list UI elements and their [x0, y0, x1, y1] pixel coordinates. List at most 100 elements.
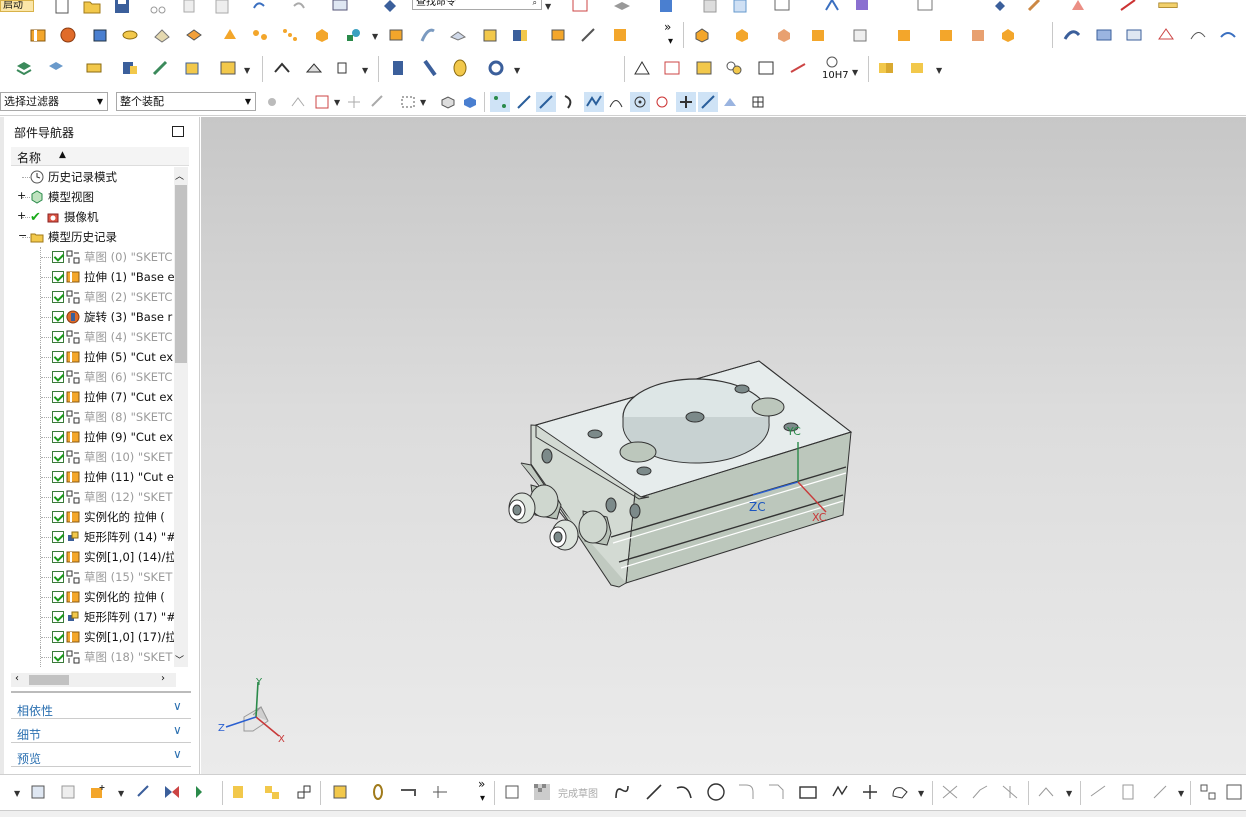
selection-icon[interactable]	[915, 0, 935, 16]
resource-bar[interactable]	[0, 117, 4, 774]
command-search-input[interactable]: 查找命令 ⌕	[412, 0, 542, 10]
visibility-checkbox[interactable]	[52, 551, 64, 563]
visibility-checkbox[interactable]	[52, 591, 64, 603]
rectangle-icon[interactable]	[798, 782, 818, 802]
chamfer-icon[interactable]	[766, 782, 786, 802]
endpoint-snap-icon[interactable]	[490, 92, 510, 112]
section-dependencies[interactable]: 相依性 ∨	[11, 699, 191, 719]
offset-icon[interactable]	[510, 25, 530, 45]
bearing-icon[interactable]	[450, 58, 470, 78]
clip-section-icon[interactable]	[304, 58, 324, 78]
tree-node[interactable]: + 模型视图	[12, 187, 174, 207]
visibility-checkbox[interactable]	[52, 291, 64, 303]
constraint-icon[interactable]	[134, 782, 154, 802]
feature-row[interactable]: 草图 (4) "SKETC	[12, 327, 174, 347]
sketch-icon[interactable]	[502, 782, 522, 802]
surface-icon[interactable]	[700, 0, 720, 16]
visibility-checkbox[interactable]	[52, 251, 64, 263]
feature-row[interactable]: 草图 (8) "SKETC	[12, 407, 174, 427]
mate-icon[interactable]	[732, 25, 752, 45]
center-snap-icon[interactable]	[630, 92, 650, 112]
component-icon[interactable]	[28, 782, 48, 802]
feature-row[interactable]: 拉伸 (1) "Base e	[12, 267, 174, 287]
visibility-checkbox[interactable]	[52, 371, 64, 383]
assembly-add-icon[interactable]	[692, 25, 712, 45]
line-icon[interactable]	[644, 782, 664, 802]
feature-row[interactable]: 实例[1,0] (14)/拉	[12, 547, 174, 567]
chevron-down-icon[interactable]: ▼	[936, 66, 942, 75]
visibility-checkbox[interactable]	[52, 351, 64, 363]
blank-icon[interactable]	[772, 0, 792, 16]
window-icon[interactable]	[330, 0, 350, 16]
geometric-constraint-icon[interactable]	[1118, 782, 1138, 802]
feature-row[interactable]: 矩形阵列 (17) "#	[12, 607, 174, 627]
through-curves-icon[interactable]	[1188, 25, 1208, 45]
drawing-sheet-icon[interactable]	[58, 782, 78, 802]
pattern-icon[interactable]	[250, 25, 270, 45]
sweep-icon[interactable]	[418, 25, 438, 45]
chevron-down-icon[interactable]: ∨	[173, 723, 182, 737]
spring-icon[interactable]	[420, 58, 440, 78]
tree-horizontal-scrollbar[interactable]: ‹ ›	[11, 673, 176, 687]
tree-node[interactable]: 历史记录模式	[12, 167, 174, 187]
overflow-chevron-icon[interactable]: »	[664, 20, 671, 34]
visibility-checkbox[interactable]	[52, 491, 64, 503]
visibility-checkbox[interactable]	[52, 271, 64, 283]
redo-icon[interactable]	[290, 0, 310, 16]
circle-icon[interactable]	[706, 782, 726, 802]
feature-row[interactable]: 实例化的 拉伸 (	[12, 587, 174, 607]
finish-sketch-label[interactable]: 完成草图	[558, 785, 598, 800]
rectangle-select-icon[interactable]	[398, 92, 418, 112]
chevron-down-icon[interactable]: ∨	[173, 747, 182, 761]
chevron-down-icon[interactable]: ▼	[372, 32, 378, 41]
cut-icon[interactable]	[148, 0, 168, 16]
assembly-sub-icon[interactable]	[908, 58, 928, 78]
feature-row[interactable]: 实例[1,0] (17)/拉	[12, 627, 174, 647]
finish-sketch-icon[interactable]	[532, 782, 552, 802]
cylinder-body-icon[interactable]	[388, 58, 408, 78]
cube-icon[interactable]	[656, 0, 676, 16]
spline-icon[interactable]	[890, 782, 910, 802]
select-box-icon[interactable]	[312, 92, 332, 112]
command-finder-icon[interactable]	[380, 0, 400, 16]
polyline-snap-icon[interactable]	[584, 92, 604, 112]
open-folder-icon[interactable]	[82, 0, 102, 16]
move-face-icon[interactable]	[220, 25, 240, 45]
visibility-checkbox[interactable]	[52, 311, 64, 323]
triangle-icon[interactable]	[632, 58, 652, 78]
component-pattern-icon[interactable]	[998, 25, 1018, 45]
analysis-icon[interactable]	[1068, 0, 1088, 16]
visibility-checkbox[interactable]	[52, 531, 64, 543]
feature-row[interactable]: 拉伸 (11) "Cut e	[12, 467, 174, 487]
h-scroll-thumb[interactable]	[29, 675, 69, 685]
scroll-right-icon[interactable]: ›	[161, 673, 165, 684]
midpoint-snap-icon[interactable]	[536, 92, 556, 112]
gear-icon[interactable]	[486, 58, 506, 78]
point-icon[interactable]	[990, 0, 1010, 16]
column-name-header[interactable]: 名称	[17, 149, 41, 166]
datum-icon[interactable]	[344, 25, 364, 45]
text-icon[interactable]	[756, 58, 776, 78]
feature-row[interactable]: 拉伸 (9) "Cut ex	[12, 427, 174, 447]
quadrant-snap-icon[interactable]	[652, 92, 672, 112]
start-button[interactable]: 启动	[0, 0, 34, 12]
routing-icon[interactable]	[430, 782, 450, 802]
snap-joint-icon[interactable]	[294, 782, 314, 802]
existing-point-icon[interactable]	[676, 92, 696, 112]
feature-row[interactable]: 矩形阵列 (14) "#	[12, 527, 174, 547]
feature-row[interactable]: 草图 (2) "SKETC	[12, 287, 174, 307]
paste-icon[interactable]	[212, 0, 232, 16]
chevron-down-icon[interactable]: ▼	[14, 789, 20, 798]
sheet-icon[interactable]	[730, 0, 750, 16]
point-on-face-icon[interactable]	[720, 92, 740, 112]
cylinder-icon[interactable]	[120, 25, 140, 45]
new-file-icon[interactable]	[52, 0, 72, 16]
unite-icon[interactable]	[312, 25, 332, 45]
tangent-snap-icon[interactable]	[606, 92, 626, 112]
chevron-down-icon[interactable]: ▼	[545, 2, 551, 11]
surface-blend-icon[interactable]	[1062, 25, 1082, 45]
sequence-icon[interactable]	[894, 25, 914, 45]
wave-link-icon[interactable]	[968, 25, 988, 45]
line-snap-icon[interactable]	[514, 92, 534, 112]
render-style-icon[interactable]	[852, 0, 872, 16]
